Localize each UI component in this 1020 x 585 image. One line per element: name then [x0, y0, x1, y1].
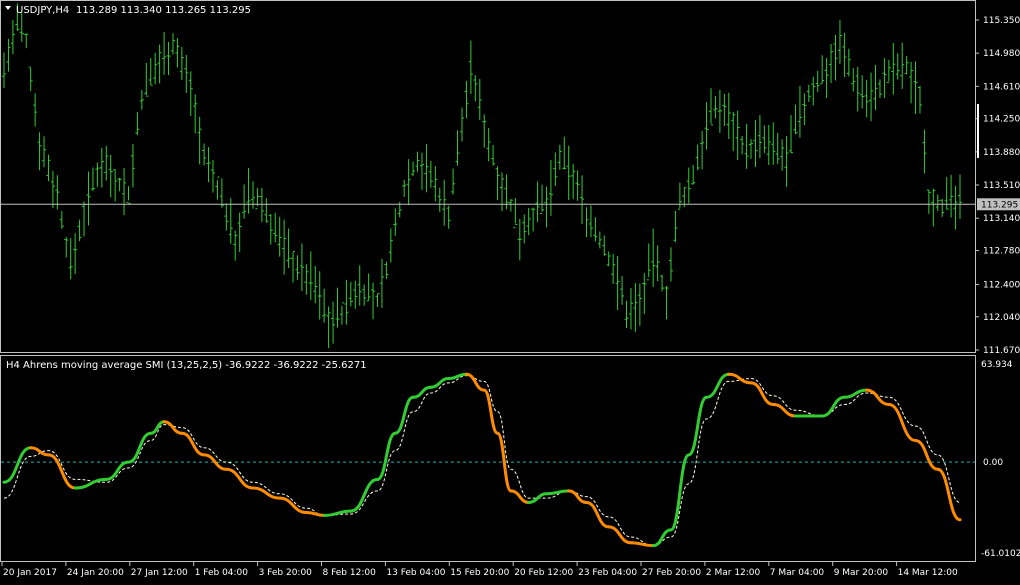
smi-segment: [687, 395, 709, 457]
time-tick-label: 27 Feb 20:00: [642, 568, 701, 578]
smi-segment: [127, 431, 153, 464]
smi-segment: [349, 477, 380, 513]
smi-segment: [607, 525, 633, 545]
time-tick-label: 13 Feb 04:00: [386, 568, 445, 578]
price-axis: 115.350 114.980 114.610 114.250 113.880 113.5…: [975, 16, 1020, 356]
time-tick-label: 7 Mar 04:00: [770, 568, 825, 578]
price-tick-label: 115.350: [983, 16, 1020, 26]
time-tick-label: 8 Feb 12:00: [323, 568, 377, 578]
smi-segment: [727, 372, 753, 385]
indicator-smi-line: [2, 372, 962, 548]
smi-segment: [464, 372, 486, 392]
time-tick-label: 27 Jan 12:00: [131, 568, 188, 578]
time-tick-label: 14 Mar 12:00: [898, 568, 958, 578]
indicator-signal-line: [3, 375, 961, 547]
current-price-label: 113.295: [981, 200, 1018, 210]
smi-segment: [104, 460, 131, 481]
smi-segment: [544, 489, 571, 496]
time-tick-label: 23 Feb 04:00: [578, 568, 637, 578]
smi-segment: [251, 486, 282, 500]
chevron-down-icon[interactable]: [5, 6, 11, 10]
smi-segment: [749, 381, 775, 406]
chart-shift-marker[interactable]: [977, 104, 979, 158]
time-tick-label: 2 Mar 12:00: [706, 568, 761, 578]
price-tick-label: 114.250: [983, 115, 1020, 125]
price-tick-label: 112.400: [983, 281, 1020, 291]
price-tick-label: 113.140: [983, 214, 1020, 224]
time-tick-label: 3 Feb 20:00: [259, 568, 313, 578]
price-tick-label: 113.510: [983, 181, 1020, 191]
price-tick-label: 114.980: [983, 49, 1020, 59]
smi-segment: [46, 453, 77, 490]
smi-segment: [629, 541, 655, 548]
smi-segment: [887, 402, 918, 442]
smi-segment: [669, 453, 691, 532]
smi-segment: [429, 377, 451, 389]
price-tick-label: 112.780: [983, 246, 1020, 256]
smi-segment: [180, 431, 206, 457]
indicator-zero-label: 0.00: [983, 458, 1003, 468]
time-tick-label: 9 Mar 20:00: [834, 568, 889, 578]
candles-group: [2, 3, 962, 349]
smi-segment: [865, 388, 891, 406]
indicator-min-label: -61.0102: [981, 549, 1020, 559]
time-tick-label: 1 Feb 04:00: [195, 568, 249, 578]
smi-segment: [705, 372, 731, 399]
price-tick-label: 111.670: [983, 346, 1020, 356]
smi-segment: [914, 438, 940, 471]
price-tick-label: 112.040: [983, 313, 1020, 323]
time-tick-label: 20 Jan 2017: [3, 568, 57, 578]
time-tick-label: 24 Jan 20:00: [67, 568, 124, 578]
indicator-max-label: 63.934: [981, 360, 1013, 370]
price-tick-label: 113.880: [983, 148, 1020, 158]
main-panel-frame: [0, 0, 976, 353]
smi-segment: [322, 509, 353, 517]
time-axis: 20 Jan 2017 24 Jan 20:00 27 Jan 12:00 1 Feb…: [1, 562, 958, 578]
smi-segment: [376, 431, 397, 481]
smi-segment: [73, 477, 108, 490]
smi-segment: [820, 395, 846, 418]
time-tick-label: 20 Feb 12:00: [514, 568, 573, 578]
time-tick-label: 15 Feb 20:00: [450, 568, 509, 578]
main-ohlc-values: 113.289 113.340 113.265 113.295: [76, 5, 251, 16]
indicator-header: H4 Ahrens moving average SMI (13,25,2,5)…: [6, 360, 367, 371]
main-symbol-label: USDJPY,H4: [16, 5, 69, 16]
smi-segment: [304, 511, 326, 517]
chart-window[interactable]: 115.350 114.980 114.610 114.250 113.880 113.5…: [0, 0, 1020, 581]
smi-segment: [411, 385, 433, 399]
price-tick-label: 114.610: [983, 82, 1020, 92]
smi-segment: [393, 395, 415, 435]
smi-segment: [224, 467, 255, 490]
